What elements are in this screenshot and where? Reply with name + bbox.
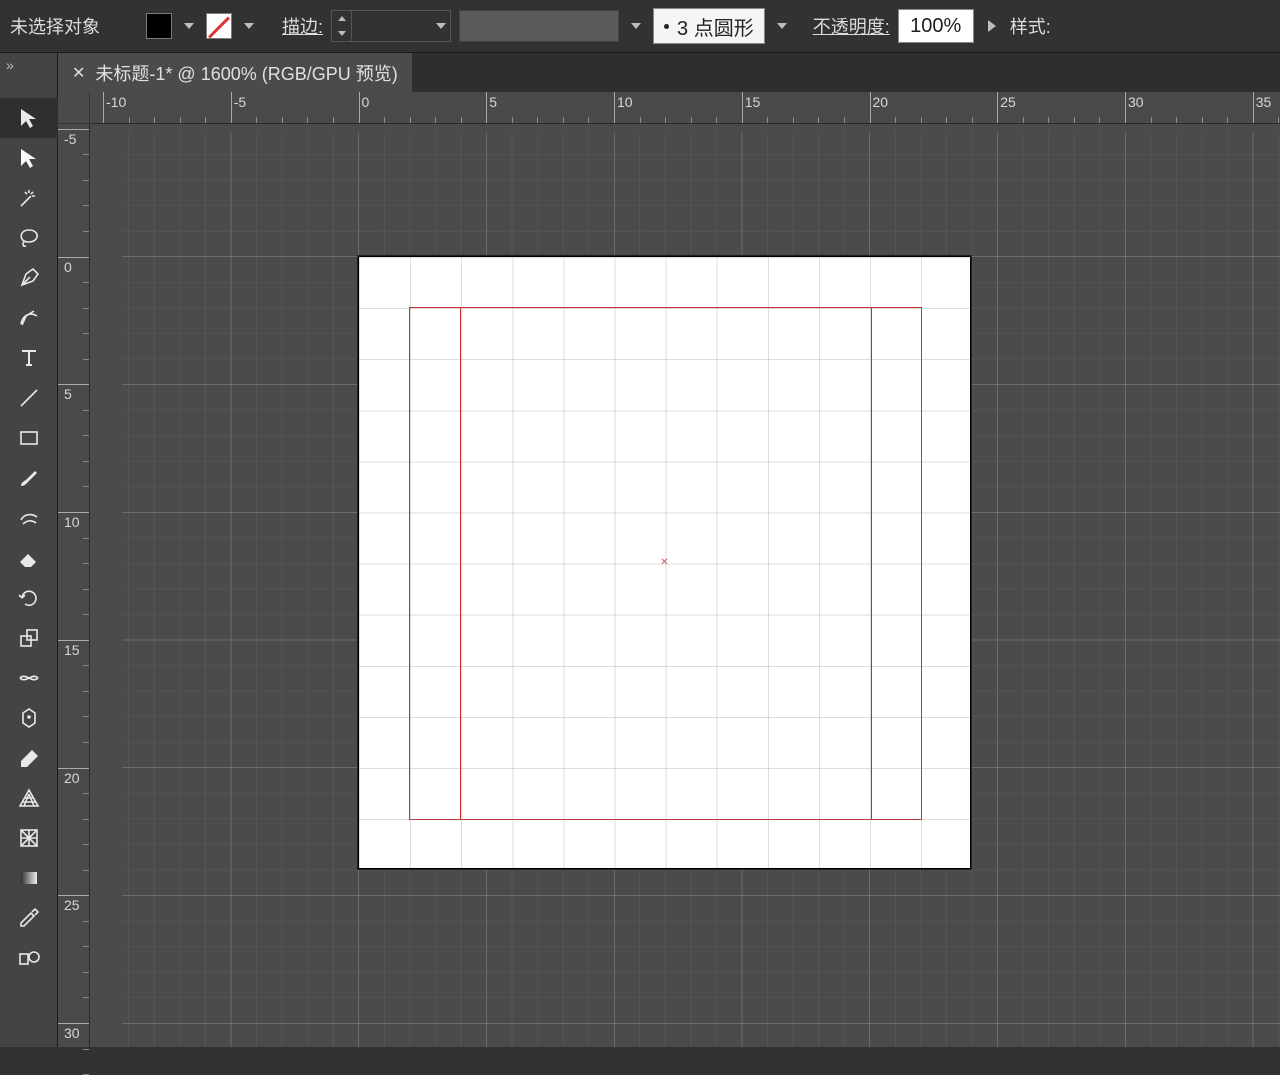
fill-dropdown[interactable] — [180, 13, 198, 39]
document-tab-title: 未标题-1* @ 1600% (RGB/GPU 预览) — [95, 60, 397, 86]
ruler-h-label: -10 — [106, 94, 126, 110]
ruler-h-label: 20 — [873, 94, 889, 110]
stroke-label[interactable]: 描边: — [282, 13, 323, 39]
ruler-origin[interactable] — [58, 92, 90, 124]
magic-wand-tool[interactable] — [0, 178, 58, 218]
ruler-v-label: 20 — [64, 770, 80, 786]
scale-tool[interactable] — [0, 618, 58, 658]
profile-dropdown[interactable] — [627, 13, 645, 39]
document-tab-row: ✕ 未标题-1* @ 1600% (RGB/GPU 预览) — [0, 52, 1280, 92]
canvas-area: -10 -5 0 5 10 15 20 25 30 35 -5 0 5 10 15 20 25 30 — [58, 92, 1280, 1047]
no-selection-label: 未选择对象 — [10, 13, 100, 39]
brush-dot-icon — [664, 24, 669, 29]
stroke-swatch[interactable] — [206, 13, 232, 39]
pen-tool[interactable] — [0, 258, 58, 298]
document-tab[interactable]: ✕ 未标题-1* @ 1600% (RGB/GPU 预览) — [58, 53, 412, 92]
paintbrush-tool[interactable] — [0, 458, 58, 498]
free-transform-tool[interactable] — [0, 698, 58, 738]
stroke-weight-dropdown[interactable] — [432, 13, 450, 39]
chevron-down-icon — [777, 23, 787, 29]
double-chevron-right-icon — [6, 57, 14, 75]
rectangle-tool[interactable] — [0, 418, 58, 458]
rotate-tool[interactable] — [0, 578, 58, 618]
stepper-up[interactable] — [332, 11, 351, 26]
type-tool[interactable] — [0, 338, 58, 378]
shape-builder-tool[interactable] — [0, 738, 58, 778]
gradient-tool[interactable] — [0, 858, 58, 898]
opacity-value: 100% — [910, 15, 961, 38]
ruler-h-label: 5 — [489, 94, 497, 110]
ruler-v-label: 30 — [64, 1025, 80, 1041]
chevron-up-icon — [338, 16, 346, 21]
style-label: 样式: — [1010, 13, 1051, 39]
brush-dropdown[interactable] — [773, 13, 791, 39]
line-segment-tool[interactable] — [0, 378, 58, 418]
lasso-tool[interactable] — [0, 218, 58, 258]
chevron-down-icon — [436, 23, 446, 29]
ruler-h-label: 10 — [617, 94, 633, 110]
selection-tool[interactable] — [0, 98, 58, 138]
chevron-down-icon — [631, 23, 641, 29]
stepper-down[interactable] — [332, 26, 351, 41]
opacity-field[interactable]: 100% — [898, 9, 974, 43]
guide-line-left — [460, 307, 461, 820]
workspace: -10 -5 0 5 10 15 20 25 30 35 -5 0 5 10 15 20 25 30 — [0, 92, 1280, 1047]
stroke-swatch-dropdown[interactable] — [240, 13, 258, 39]
ruler-v-label: 5 — [64, 386, 72, 402]
ruler-h-label: 30 — [1128, 94, 1144, 110]
opacity-label[interactable]: 不透明度: — [813, 13, 890, 39]
ruler-h-label: 15 — [745, 94, 761, 110]
ruler-v-label: 25 — [64, 897, 80, 913]
ruler-h-label: 0 — [362, 94, 370, 110]
viewport[interactable]: ✕ — [90, 124, 1280, 1047]
panel-toggle-button[interactable] — [0, 53, 58, 92]
stroke-weight-stepper[interactable] — [332, 11, 352, 41]
chevron-down-icon — [244, 23, 254, 29]
chevron-down-icon — [338, 31, 346, 36]
curvature-tool[interactable] — [0, 298, 58, 338]
ruler-v-label: 0 — [64, 259, 72, 275]
chevron-down-icon — [184, 23, 194, 29]
options-bar: 未选择对象 描边: 3 点圆形 不透明度: 100% 样式: — [0, 0, 1280, 52]
perspective-grid-tool[interactable] — [0, 778, 58, 818]
tools-panel — [0, 92, 58, 1047]
mesh-tool[interactable] — [0, 818, 58, 858]
ruler-v-label: -5 — [64, 131, 76, 147]
shaper-tool[interactable] — [0, 498, 58, 538]
width-tool[interactable] — [0, 658, 58, 698]
eraser-tool[interactable] — [0, 538, 58, 578]
fill-swatch[interactable] — [146, 13, 172, 39]
stroke-weight-field[interactable] — [331, 10, 451, 42]
close-icon[interactable]: ✕ — [72, 63, 85, 83]
artboard[interactable]: ✕ — [358, 256, 971, 869]
variable-width-profile[interactable] — [459, 10, 619, 42]
guide-line-right — [871, 307, 872, 820]
opacity-flyout-icon[interactable] — [988, 20, 996, 32]
blend-tool[interactable] — [0, 938, 58, 978]
center-mark-icon: ✕ — [660, 558, 670, 568]
horizontal-ruler[interactable]: -10 -5 0 5 10 15 20 25 30 35 — [90, 92, 1280, 124]
brush-label: 3 点圆形 — [677, 12, 754, 41]
ruler-h-label: -5 — [234, 94, 246, 110]
ruler-h-label: 25 — [1000, 94, 1016, 110]
ruler-v-label: 10 — [64, 514, 80, 530]
ruler-v-label: 15 — [64, 642, 80, 658]
brush-definition[interactable]: 3 点圆形 — [653, 8, 765, 44]
ruler-h-label: 35 — [1256, 94, 1272, 110]
direct-selection-tool[interactable] — [0, 138, 58, 178]
vertical-ruler[interactable]: -5 0 5 10 15 20 25 30 — [58, 124, 90, 1047]
eyedropper-tool[interactable] — [0, 898, 58, 938]
